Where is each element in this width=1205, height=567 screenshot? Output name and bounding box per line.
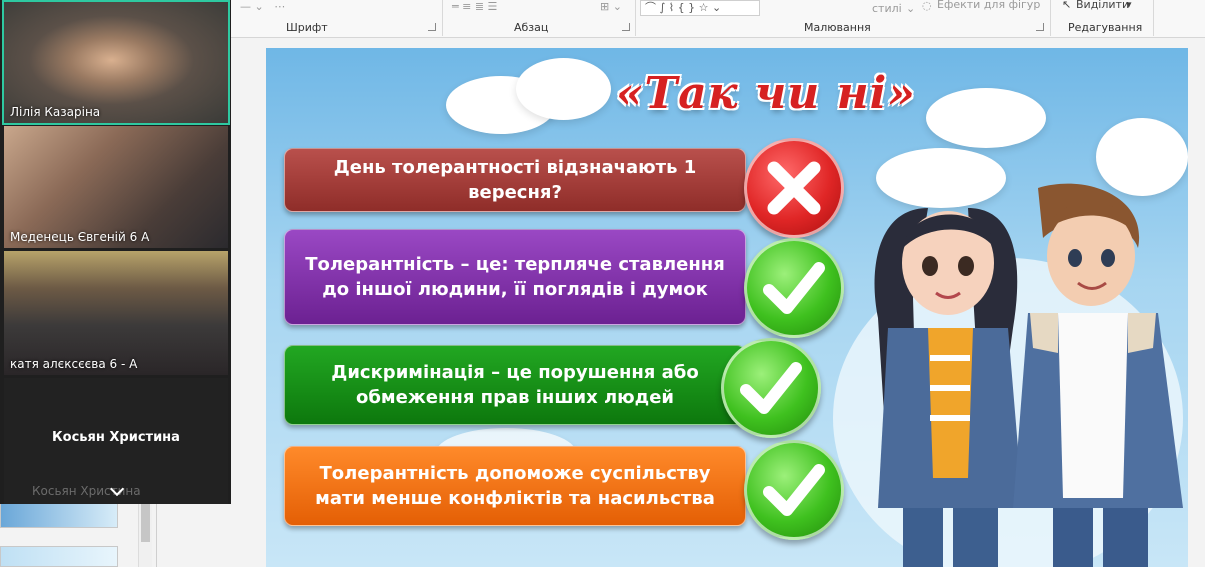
participant-tile[interactable]: катя алєксєєва 6 - А [4, 251, 228, 375]
slide-title: «Так чи ні» [616, 68, 916, 119]
ribbon-font-controls[interactable]: — ⌄ ⋯ [240, 0, 285, 13]
participant-name: Лілія Казаріна [10, 105, 101, 119]
question-box-1: День толерантності відзначають 1 вересня… [284, 148, 746, 212]
drawing-dialog-launcher-icon[interactable] [1036, 23, 1044, 31]
ribbon-separator [442, 0, 443, 36]
ribbon-separator [1153, 0, 1154, 36]
question-text: Дискримінація – це порушення або обмежен… [331, 362, 699, 408]
shape-effects-button[interactable]: Ефекти для фігур [937, 0, 1040, 11]
slide-thumbnail[interactable] [0, 500, 118, 528]
cloud-decoration [516, 58, 611, 120]
paragraph-direction-icon[interactable]: ⊞ ⌄ [600, 0, 622, 13]
ribbon-group-drawing: Малювання [804, 21, 871, 34]
paragraph-align-buttons[interactable]: ═ ≡ ≣ ☰ [452, 0, 497, 13]
question-box-4: Толерантність допоможе суспільству мати … [284, 446, 746, 526]
ribbon-toolbar: — ⌄ ⋯ Шрифт ═ ≡ ≣ ☰ ⊞ ⌄ Абзац ⌒ ∫ ⌇ { } … [230, 0, 1205, 38]
participant-tile[interactable]: Лілія Казаріна [2, 0, 230, 125]
participant-tile[interactable]: Косьян Христина Косьян Христина [4, 378, 228, 504]
participant-name: Косьян Христина [52, 430, 180, 445]
overflow-participant-name: Косьян Христина [32, 484, 141, 498]
thumbnails-scrollbar[interactable] [138, 500, 152, 567]
question-text: Толерантність допоможе суспільству мати … [315, 463, 715, 509]
participant-name: Меденець Євгеній 6 А [10, 230, 150, 244]
effects-icon: ◌ [922, 0, 932, 12]
pane-divider[interactable] [156, 500, 157, 567]
cursor-arrow-icon: ↖ [1062, 0, 1072, 11]
font-dialog-launcher-icon[interactable] [428, 23, 436, 31]
paragraph-dialog-launcher-icon[interactable] [622, 23, 630, 31]
scrollbar-thumb[interactable] [141, 504, 150, 542]
participant-name: катя алєксєєва 6 - А [10, 357, 138, 371]
participant-tile[interactable]: Меденець Євгеній 6 А [4, 126, 228, 248]
question-box-2: Толерантність – це: терпляче ставлення д… [284, 229, 746, 325]
students-illustration [833, 183, 1183, 567]
yes-check-icon [721, 338, 821, 438]
shapes-gallery[interactable]: ⌒ ∫ ⌇ { } ☆ ⌄ [640, 0, 760, 16]
ribbon-group-editing: Редагування [1068, 21, 1143, 34]
ribbon-separator [1050, 0, 1051, 36]
video-call-panel: Лілія Казаріна Меденець Євгеній 6 А катя… [0, 0, 231, 504]
desktop-window: — ⌄ ⋯ Шрифт ═ ≡ ≣ ☰ ⊞ ⌄ Абзац ⌒ ∫ ⌇ { } … [0, 0, 1205, 567]
ribbon-group-font: Шрифт [286, 21, 328, 34]
question-box-3: Дискримінація – це порушення або обмежен… [284, 345, 746, 425]
select-button[interactable]: Виділити [1076, 0, 1129, 11]
slide-thumbnails-pane [0, 500, 140, 567]
question-text: Толерантність – це: терпляче ставлення д… [305, 254, 725, 300]
chevron-down-icon[interactable]: ⌄ [906, 2, 915, 15]
slide-canvas[interactable]: «Так чи ні» День толерантності відзначаю… [266, 48, 1188, 567]
cloud-decoration [926, 88, 1046, 148]
ribbon-separator [635, 0, 636, 36]
chevron-down-icon[interactable]: ▾ [1126, 0, 1132, 11]
slide-thumbnail[interactable] [0, 546, 118, 567]
question-text: День толерантності відзначають 1 вересня… [333, 157, 697, 203]
shapes-gallery-icons: ⌒ ∫ ⌇ { } ☆ ⌄ [645, 1, 722, 14]
quick-styles-button[interactable]: стилі [872, 2, 902, 15]
ribbon-group-paragraph: Абзац [514, 21, 549, 34]
